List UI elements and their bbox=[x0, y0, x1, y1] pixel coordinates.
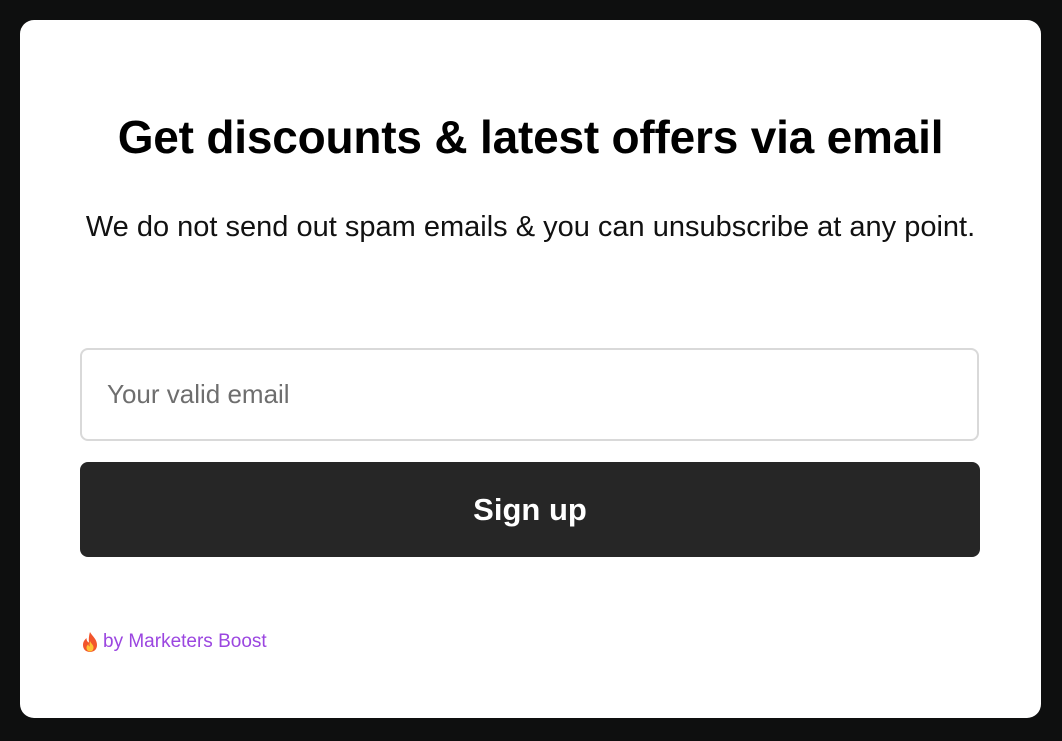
credit-text: by Marketers Boost bbox=[103, 631, 267, 652]
email-input[interactable] bbox=[80, 348, 979, 441]
credit-link[interactable]: by Marketers Boost bbox=[80, 630, 267, 654]
form-subtitle: We do not send out spam emails & you can… bbox=[85, 211, 976, 243]
signup-button[interactable]: Sign up bbox=[80, 462, 980, 557]
signup-card: Get discounts & latest offers via email … bbox=[20, 20, 1041, 718]
form-title: Get discounts & latest offers via email bbox=[117, 111, 944, 163]
fire-icon bbox=[80, 631, 100, 653]
